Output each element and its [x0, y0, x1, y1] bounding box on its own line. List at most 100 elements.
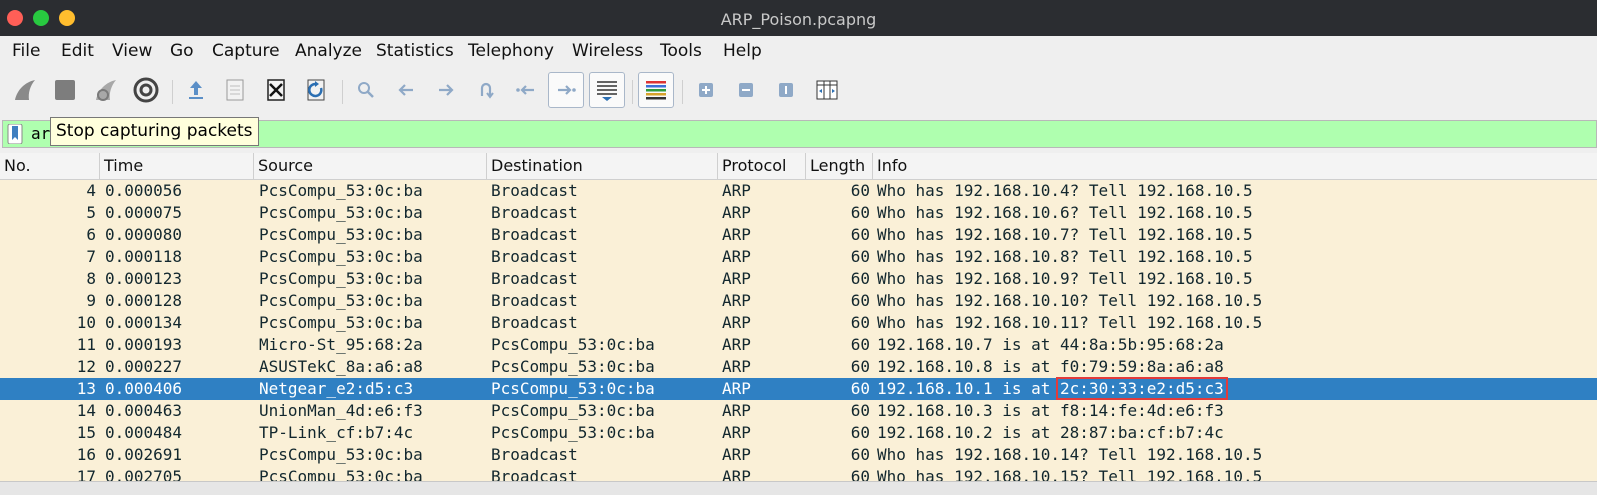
packet-source: ASUSTekC_8a:a6:a8	[259, 357, 423, 376]
packet-row[interactable]: 13 0.000406 Netgear_e2:d5:c3 PcsCompu_53:0c…	[0, 377, 1597, 400]
packet-destination: Broadcast	[491, 225, 578, 244]
packet-length: 60	[850, 247, 870, 266]
packet-length: 60	[850, 313, 870, 332]
packet-source: UnionMan_4d:e6:f3	[259, 401, 423, 420]
column-header-no[interactable]: No.	[0, 153, 100, 179]
packet-time: 0.000056	[105, 181, 183, 200]
packet-no: 16	[76, 445, 96, 464]
packet-row[interactable]: 11 0.000193 Micro-St_95:68:2a PcsCompu_53:0…	[0, 334, 1597, 356]
packet-row[interactable]: 5 0.000075 PcsCompu_53:0c:ba Broadcast ARP 60…	[0, 202, 1597, 224]
colorize-icon[interactable]	[638, 72, 674, 108]
packet-source: PcsCompu_53:0c:ba	[259, 445, 423, 464]
packet-protocol: ARP	[722, 467, 751, 481]
menu-help[interactable]: Help	[723, 41, 762, 61]
packet-destination: Broadcast	[491, 247, 578, 266]
column-header-source[interactable]: Source	[254, 153, 487, 179]
column-header-protocol[interactable]: Protocol	[718, 153, 806, 179]
open-file-icon[interactable]	[178, 72, 214, 108]
packet-no: 4	[86, 181, 96, 200]
packet-length: 60	[850, 357, 870, 376]
packet-row[interactable]: 4 0.000056 PcsCompu_53:0c:ba Broadcast ARP 60…	[0, 180, 1597, 202]
packet-source: PcsCompu_53:0c:ba	[259, 313, 423, 332]
go-back-icon[interactable]	[388, 72, 424, 108]
packet-protocol: ARP	[722, 225, 751, 244]
window-title: ARP_Poison.pcapng	[720, 10, 877, 29]
packet-no: 14	[76, 401, 96, 420]
packet-source: PcsCompu_53:0c:ba	[259, 225, 423, 244]
packet-destination: Broadcast	[491, 181, 578, 200]
menu-telephony[interactable]: Telephony	[468, 41, 554, 61]
display-filter-input[interactable]: ar	[31, 124, 50, 143]
packet-row[interactable]: 12 0.000227 ASUSTekC_8a:a6:a8 PcsCompu_53:0…	[0, 356, 1597, 378]
go-last-packet-icon[interactable]	[548, 72, 584, 108]
menu-go[interactable]: Go	[170, 41, 194, 61]
packet-length: 60	[850, 423, 870, 442]
packet-row[interactable]: 10 0.000134 PcsCompu_53:0c:ba Broadcast ARP 6…	[0, 312, 1597, 334]
packet-list[interactable]: 4 0.000056 PcsCompu_53:0c:ba Broadcast ARP 60…	[0, 180, 1597, 481]
toolbar-separator	[632, 80, 633, 104]
packet-row[interactable]: 17 0.002705 PcsCompu_53:0c:ba Broadcast ARP 6…	[0, 466, 1597, 481]
packet-row[interactable]: 8 0.000123 PcsCompu_53:0c:ba Broadcast ARP 60…	[0, 268, 1597, 290]
menu-analyze[interactable]: Analyze	[295, 41, 362, 61]
packet-source: PcsCompu_53:0c:ba	[259, 181, 423, 200]
packet-row[interactable]: 14 0.000463 UnionMan_4d:e6:f3 PcsCompu_53:0…	[0, 400, 1597, 422]
packet-protocol: ARP	[722, 379, 751, 398]
go-forward-icon[interactable]	[428, 72, 464, 108]
zoom-in-icon[interactable]	[688, 72, 724, 108]
packet-no: 7	[86, 247, 96, 266]
menu-statistics[interactable]: Statistics	[376, 41, 454, 61]
packet-source: Micro-St_95:68:2a	[259, 335, 423, 354]
packet-row[interactable]: 16 0.002691 PcsCompu_53:0c:ba Broadcast ARP 6…	[0, 444, 1597, 466]
packet-length: 60	[850, 291, 870, 310]
reload-file-icon[interactable]	[298, 72, 334, 108]
packet-time: 0.000227	[105, 357, 183, 376]
packet-time: 0.002691	[105, 445, 183, 464]
start-capture-icon[interactable]	[7, 72, 43, 108]
zoom-out-icon[interactable]	[728, 72, 764, 108]
menu-capture[interactable]: Capture	[212, 41, 280, 61]
packet-no: 13	[76, 379, 96, 398]
resize-columns-icon[interactable]	[809, 72, 845, 108]
highlighted-mac-address: 2c:30:33:e2:d5:c3	[1056, 377, 1228, 400]
packet-source: Netgear_e2:d5:c3	[259, 379, 414, 398]
packet-no: 10	[76, 313, 96, 332]
packet-info: Who has 192.168.10.6? Tell 192.168.10.5	[877, 203, 1253, 222]
packet-source: PcsCompu_53:0c:ba	[259, 247, 423, 266]
column-header-info[interactable]: Info	[873, 153, 1597, 179]
column-header-length[interactable]: Length	[806, 153, 873, 179]
packet-no: 17	[76, 467, 96, 481]
column-header-time[interactable]: Time	[100, 153, 254, 179]
packet-time: 0.000193	[105, 335, 183, 354]
menu-file[interactable]: File	[12, 41, 40, 61]
packet-row[interactable]: 9 0.000128 PcsCompu_53:0c:ba Broadcast ARP 60…	[0, 290, 1597, 312]
go-to-packet-icon[interactable]	[468, 72, 504, 108]
packet-row[interactable]: 7 0.000118 PcsCompu_53:0c:ba Broadcast ARP 60…	[0, 246, 1597, 268]
save-file-icon[interactable]	[217, 72, 253, 108]
pane-divider[interactable]	[0, 481, 1597, 495]
close-file-icon[interactable]	[258, 72, 294, 108]
capture-options-icon[interactable]	[128, 72, 164, 108]
auto-scroll-icon[interactable]	[589, 72, 625, 108]
menu-wireless[interactable]: Wireless	[572, 41, 643, 61]
find-packet-icon[interactable]	[348, 72, 384, 108]
packet-length: 60	[850, 203, 870, 222]
packet-info: Who has 192.168.10.10? Tell 192.168.10.5	[877, 291, 1263, 310]
packet-no: 9	[86, 291, 96, 310]
packet-destination: Broadcast	[491, 203, 578, 222]
packet-row[interactable]: 6 0.000080 PcsCompu_53:0c:ba Broadcast ARP 60…	[0, 224, 1597, 246]
menu-view[interactable]: View	[112, 41, 152, 61]
packet-protocol: ARP	[722, 247, 751, 266]
stop-capture-icon[interactable]	[47, 72, 83, 108]
packet-destination: Broadcast	[491, 467, 578, 481]
packet-time: 0.000075	[105, 203, 183, 222]
restart-capture-icon[interactable]	[88, 72, 124, 108]
packet-info: 192.168.10.3 is at f8:14:fe:4d:e6:f3	[877, 401, 1224, 420]
menu-tools[interactable]: Tools	[660, 41, 702, 61]
packet-row[interactable]: 15 0.000484 TP-Link_cf:b7:4c PcsCompu_53:0c…	[0, 422, 1597, 444]
packet-protocol: ARP	[722, 313, 751, 332]
column-header-destination[interactable]: Destination	[487, 153, 718, 179]
go-first-packet-icon[interactable]	[508, 72, 544, 108]
bookmark-icon[interactable]	[7, 123, 23, 145]
normal-size-icon[interactable]	[768, 72, 804, 108]
menu-edit[interactable]: Edit	[61, 41, 94, 61]
